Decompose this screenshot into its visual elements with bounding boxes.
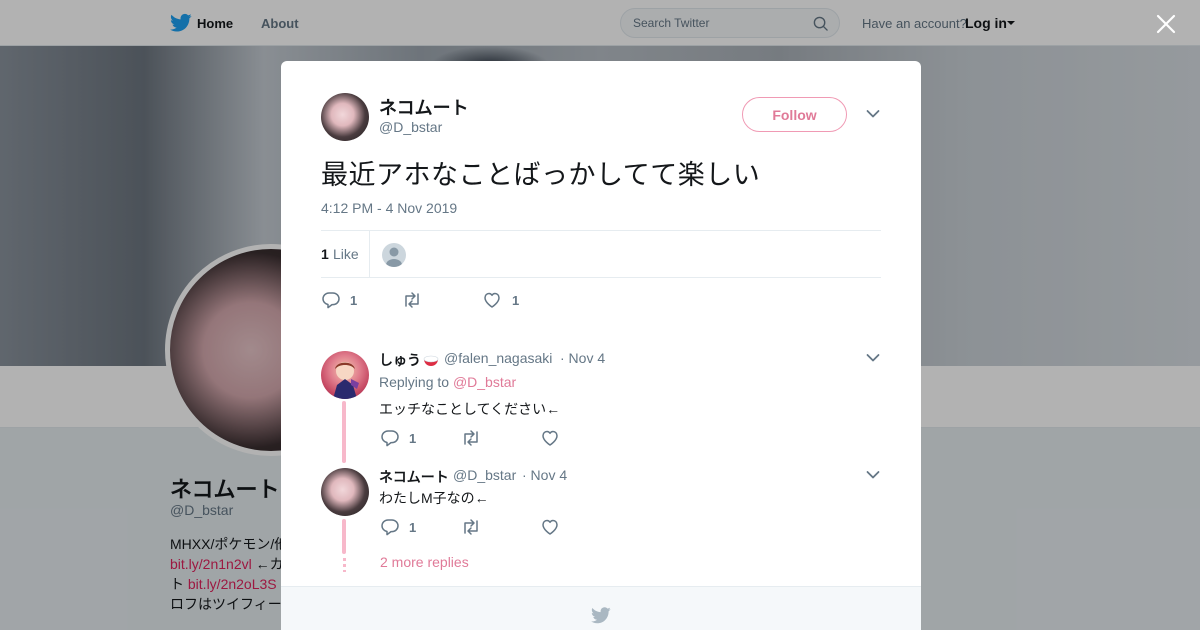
reply-avatar[interactable] — [321, 468, 369, 516]
reply-author-handle[interactable]: @falen_nagasaki — [444, 350, 552, 366]
tweet-actions: 1 1 — [321, 290, 621, 310]
reply-actions: 1 — [380, 517, 680, 537]
chevron-down-icon[interactable] — [866, 109, 880, 119]
author-name[interactable]: ネコムート — [379, 94, 469, 120]
author-avatar[interactable] — [321, 93, 369, 141]
replying-to: Replying to @D_bstar — [379, 374, 516, 390]
chevron-down-icon[interactable] — [866, 353, 880, 363]
reply-actions: 1 — [380, 428, 680, 448]
like-stat-label[interactable]: Like — [333, 246, 359, 262]
replying-to-prefix: Replying to — [379, 374, 453, 390]
reply-date[interactable]: · Nov 4 — [560, 350, 605, 366]
thread-continuation-dots — [343, 558, 346, 572]
reply-text: エッチなことしてください← — [379, 401, 561, 417]
reply-author-name-text: しゅう — [379, 352, 421, 368]
rice-bowl-icon — [423, 355, 439, 366]
reply-count: 1 — [409, 431, 417, 446]
replying-to-handle[interactable]: @D_bstar — [453, 374, 516, 390]
tweet-modal: ネコムート @D_bstar Follow 最近アホなことばっかしてて楽しい 4… — [281, 61, 921, 630]
retweet-icon — [464, 430, 478, 446]
thread-line — [342, 401, 346, 463]
reply-count: 1 — [350, 293, 358, 308]
modal-footer — [281, 586, 921, 630]
thread-line — [342, 519, 346, 554]
close-icon[interactable] — [1155, 13, 1177, 35]
reply-author-name[interactable]: しゅう — [379, 350, 439, 370]
retweet-icon — [464, 519, 478, 535]
retweet-icon — [405, 292, 419, 308]
reply-date[interactable]: · Nov 4 — [522, 467, 567, 483]
follow-button[interactable]: Follow — [742, 97, 847, 132]
reply-author-handle[interactable]: @D_bstar — [453, 467, 516, 483]
heart-icon — [542, 519, 558, 535]
like-stat-count[interactable]: 1 — [321, 246, 329, 262]
tweet-stats: 1 Like — [321, 230, 881, 278]
twitter-bird-icon — [591, 607, 611, 624]
reply-text: わたしM子なの← — [379, 490, 489, 506]
like-count: 1 — [512, 293, 520, 308]
tweet-text: 最近アホなことばっかしてて楽しい — [321, 160, 761, 190]
default-user-icon — [386, 247, 402, 267]
author-handle[interactable]: @D_bstar — [379, 119, 442, 135]
reply-icon — [322, 292, 340, 309]
heart-icon — [542, 430, 558, 446]
reply-count: 1 — [409, 520, 417, 535]
more-replies-link[interactable]: 2 more replies — [380, 554, 469, 570]
reply-author-name[interactable]: ネコムート — [379, 467, 449, 487]
chevron-down-icon[interactable] — [866, 470, 880, 480]
tweet-timestamp[interactable]: 4:12 PM - 4 Nov 2019 — [321, 200, 457, 216]
heart-icon — [484, 292, 500, 308]
reply-icon — [381, 430, 399, 447]
reply-icon — [381, 519, 399, 536]
anime-avatar-art — [333, 362, 359, 399]
reply-avatar[interactable] — [321, 351, 369, 399]
liker-avatar[interactable] — [382, 243, 406, 267]
stats-divider — [369, 231, 370, 278]
